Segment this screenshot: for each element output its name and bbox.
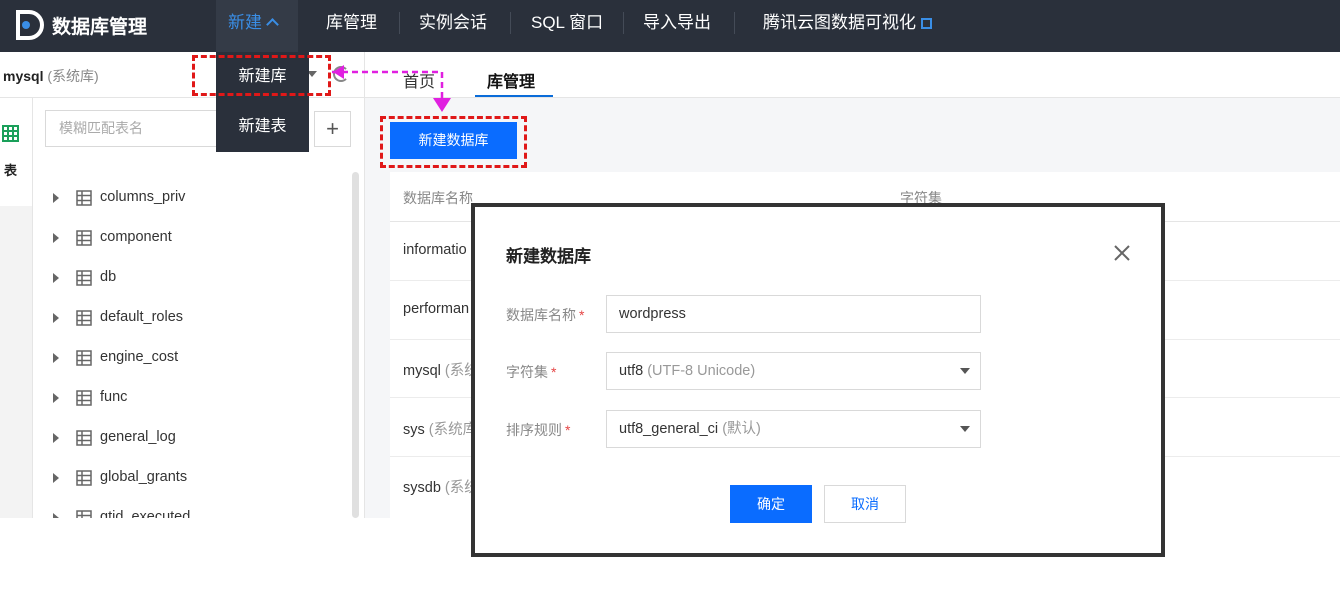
table-icon [76, 430, 92, 446]
charset-sub: (UTF-8 Unicode) [647, 363, 756, 379]
row-db-name: mysql [403, 363, 441, 379]
charset-label-text: 字符集 [506, 364, 548, 380]
charset-field-label: 字符集 * [506, 362, 556, 382]
nav-cloud-label: 腾讯云图数据可视化 [763, 13, 916, 32]
table-name: db [100, 269, 117, 285]
nav-import-export[interactable]: 导入导出 [643, 0, 711, 52]
db-name-field-label: 数据库名称 * [506, 305, 584, 325]
table-name: func [100, 389, 128, 405]
row-db-name: informatio [403, 242, 467, 258]
table-icon [76, 190, 92, 206]
nav-cloud-visualization[interactable]: 腾讯云图数据可视化 [763, 0, 932, 52]
table-icon [76, 470, 92, 486]
table-row[interactable]: sys (系统库 [403, 418, 477, 439]
nav-divider [510, 12, 511, 34]
expand-arrow-icon[interactable] [53, 473, 59, 483]
expand-arrow-icon[interactable] [53, 433, 59, 443]
collation-label-text: 排序规则 [506, 422, 562, 438]
expand-arrow-icon[interactable] [53, 393, 59, 403]
db-name-input[interactable]: wordpress [606, 295, 981, 333]
tab-db-manage[interactable]: 库管理 [487, 68, 535, 92]
row-db-sub: (系统库 [428, 421, 478, 438]
collation-field-label: 排序规则 * [506, 420, 570, 440]
row-db-name: sys [403, 421, 425, 438]
table-icon [76, 350, 92, 366]
table-icon [76, 270, 92, 286]
confirm-button[interactable]: 确定 [730, 485, 812, 523]
nav-sessions[interactable]: 实例会话 [419, 0, 487, 52]
caret-down-icon [960, 368, 970, 374]
table-row[interactable]: performan [403, 301, 473, 317]
dialog-title: 新建数据库 [506, 247, 591, 266]
table-row[interactable]: sysdb (系统 [403, 476, 479, 497]
table-name: columns_priv [100, 189, 186, 205]
collation-sub: (默认) [722, 421, 761, 437]
caret-down-icon [960, 426, 970, 432]
expand-arrow-icon[interactable] [53, 513, 59, 518]
collation-value: utf8_general_ci [619, 421, 719, 437]
tree-scrollbar[interactable] [352, 172, 359, 518]
table-name: component [100, 229, 172, 245]
annotation-arrow [332, 65, 451, 112]
required-mark: * [579, 307, 585, 323]
table-icon [76, 310, 92, 326]
column-header-name: 数据库名称 [403, 190, 473, 206]
highlight-create-database-button [380, 116, 527, 168]
table-row[interactable]: informatio [403, 242, 471, 258]
nav-divider [399, 12, 400, 34]
db-name-label-text: 数据库名称 [506, 307, 576, 323]
table-row[interactable]: mysql (系统 [403, 359, 479, 380]
expand-arrow-icon[interactable] [53, 273, 59, 283]
expand-arrow-icon[interactable] [53, 313, 59, 323]
expand-arrow-icon[interactable] [53, 193, 59, 203]
nav-divider [623, 12, 624, 34]
table-icon [76, 230, 92, 246]
collation-select[interactable]: utf8_general_ci (默认) [606, 410, 981, 448]
table-name: gtid_executed [100, 509, 191, 518]
table-name: global_grants [100, 469, 188, 485]
required-mark: * [551, 364, 557, 380]
charset-select[interactable]: utf8 (UTF-8 Unicode) [606, 352, 981, 390]
menu-item-new-table[interactable]: 新建表 [216, 102, 309, 152]
table-icon [76, 390, 92, 406]
nav-sql-window[interactable]: SQL 窗口 [531, 0, 603, 52]
table-name: default_roles [100, 309, 184, 325]
cancel-button[interactable]: 取消 [824, 485, 906, 523]
nav-divider [734, 12, 735, 34]
expand-arrow-icon[interactable] [53, 353, 59, 363]
active-tab-indicator [475, 95, 553, 97]
expand-arrow-icon[interactable] [53, 233, 59, 243]
close-icon[interactable] [1112, 243, 1132, 263]
row-db-name: sysdb [403, 480, 441, 496]
required-mark: * [565, 422, 571, 438]
highlight-new-database-menu [192, 55, 331, 96]
charset-value: utf8 [619, 363, 644, 379]
external-link-icon [921, 18, 932, 29]
table-name: engine_cost [100, 349, 179, 365]
row-db-name: performan [403, 300, 470, 317]
table-icon [76, 510, 92, 518]
table-name: general_log [100, 429, 176, 445]
